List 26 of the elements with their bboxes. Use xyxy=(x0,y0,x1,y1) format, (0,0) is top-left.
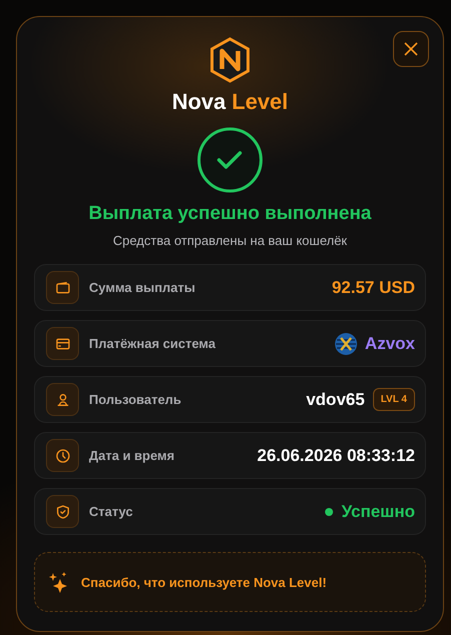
brand-title: Nova Level xyxy=(172,89,288,115)
close-button[interactable] xyxy=(393,31,429,67)
level-badge: LVL 4 xyxy=(372,388,415,411)
credit-card-icon xyxy=(54,336,70,352)
row-label: Дата и время xyxy=(89,448,176,463)
row-label: Сумма выплаты xyxy=(89,280,196,295)
globe-logo-icon xyxy=(334,332,357,354)
thanks-message: Спасибо, что используете Nova Level! xyxy=(81,574,327,590)
success-subtitle: Средства отправлены на ваш кошелёк xyxy=(112,233,347,248)
row-label: Пользователь xyxy=(89,392,182,407)
amount-value: 92.57 USD xyxy=(332,278,415,298)
username: vdov65 xyxy=(306,390,365,410)
clock-icon xyxy=(54,448,70,464)
status-value: Успешно xyxy=(341,502,415,522)
shield-check-icon xyxy=(54,504,70,520)
success-check-icon xyxy=(197,127,263,193)
row-label: Статус xyxy=(89,504,134,519)
logo-icon xyxy=(209,37,251,83)
payment-system-name: Azvox xyxy=(364,334,415,354)
sparkles-icon xyxy=(49,571,69,593)
close-icon xyxy=(403,41,419,57)
datetime-value: 26.06.2026 08:33:12 xyxy=(257,446,415,466)
row-label: Платёжная система xyxy=(89,336,216,351)
wallet-icon xyxy=(54,280,70,296)
success-title: Выплата успешно выполнена xyxy=(88,203,372,225)
user-icon xyxy=(54,392,70,408)
